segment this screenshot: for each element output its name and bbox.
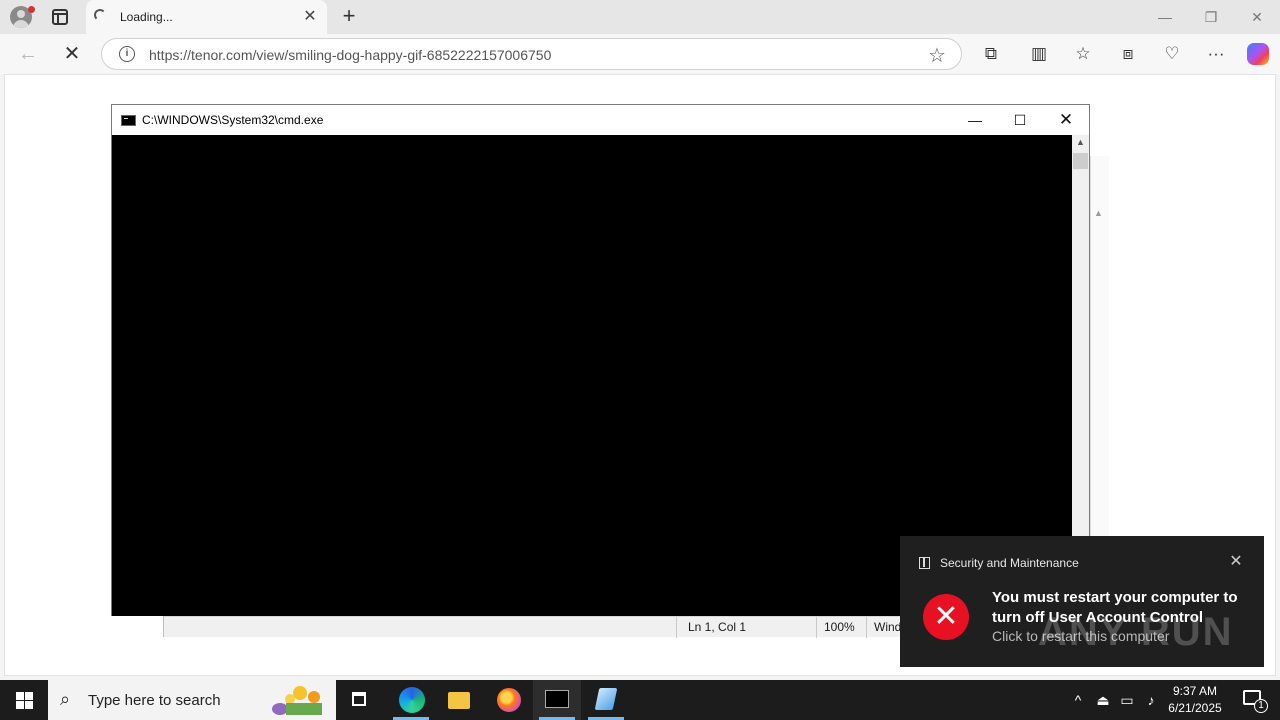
- collections-icon[interactable]: ⧈: [1117, 43, 1139, 65]
- console-icon: [121, 115, 136, 126]
- copilot-icon[interactable]: [1247, 43, 1269, 65]
- browser-tab-strip: Loading... ✕ + — ❐ ✕: [0, 0, 1280, 34]
- clock-date: 6/21/2025: [1168, 701, 1222, 715]
- volume-icon[interactable]: ♪: [1140, 680, 1162, 720]
- cmd-minimize-button[interactable]: —: [952, 105, 998, 135]
- split-screen-icon[interactable]: ▥: [1028, 43, 1050, 65]
- taskbar-clock[interactable]: 9:37 AM 6/21/2025: [1160, 683, 1230, 717]
- windows-start-icon[interactable]: [0, 680, 48, 720]
- loading-spinner-icon: [94, 9, 106, 21]
- firefox-icon[interactable]: [485, 680, 533, 720]
- search-highlight-flowers-icon: [272, 686, 322, 715]
- command-prompt-icon[interactable]: [533, 680, 581, 720]
- security-flag-icon: [919, 557, 930, 569]
- task-view-icon[interactable]: [336, 680, 384, 720]
- cmd-close-button[interactable]: ✕: [1043, 105, 1089, 135]
- extensions-puzzle-icon[interactable]: ⧉: [980, 43, 1002, 65]
- notepad-icon[interactable]: [582, 680, 630, 720]
- search-icon: ⌕: [60, 689, 71, 709]
- heart-pulse-icon[interactable]: ♡: [1161, 43, 1183, 65]
- favorites-icon[interactable]: ☆: [1072, 43, 1094, 65]
- error-circle-icon: ✕: [923, 594, 969, 640]
- site-info-icon[interactable]: i: [119, 46, 135, 62]
- zoom-level: 100%: [824, 620, 855, 634]
- status-separator: [816, 617, 817, 638]
- stop-loading-close-icon[interactable]: ✕: [60, 42, 84, 66]
- edge-browser-icon[interactable]: [387, 680, 435, 720]
- status-separator: [866, 617, 867, 638]
- clock-time: 9:37 AM: [1172, 684, 1218, 698]
- address-bar[interactable]: i https://tenor.com/view/smiling-dog-hap…: [101, 38, 962, 70]
- scroll-up-arrow-icon[interactable]: ▲: [1076, 137, 1085, 147]
- browser-toolbar: ← ✕ i https://tenor.com/view/smiling-dog…: [0, 34, 1280, 74]
- cursor-position: Ln 1, Col 1: [688, 620, 747, 634]
- new-tab-plus-icon[interactable]: +: [338, 5, 360, 27]
- scroll-thumb[interactable]: [1073, 153, 1088, 169]
- tab-actions-icon[interactable]: [52, 9, 68, 25]
- profile-notification-dot: [28, 6, 35, 13]
- tab-title: Loading...: [120, 10, 173, 24]
- cmd-title-bar[interactable]: C:\WINDOWS\System32\cmd.exe — ☐ ✕: [112, 105, 1089, 135]
- tab-close-icon[interactable]: ✕: [301, 8, 319, 26]
- browser-minimize-button[interactable]: —: [1150, 4, 1180, 30]
- url-text[interactable]: https://tenor.com/view/smiling-dog-happy…: [149, 47, 551, 63]
- scroll-up-arrow-icon[interactable]: ▲: [1094, 208, 1103, 218]
- network-icon[interactable]: ▭: [1116, 680, 1138, 720]
- favorite-star-icon[interactable]: ☆: [928, 43, 946, 68]
- taskbar: ⌕ Type here to search ^ ⏏ ▭ ♪ 9:37 AM 6/…: [0, 680, 1280, 720]
- browser-restore-button[interactable]: ❐: [1196, 4, 1226, 30]
- file-explorer-icon[interactable]: [436, 680, 484, 720]
- tray-overflow-chevron-icon[interactable]: ^: [1068, 680, 1088, 720]
- toast-close-icon[interactable]: ✕: [1227, 553, 1245, 571]
- toast-app-name: Security and Maintenance: [940, 556, 1079, 570]
- action-center-button[interactable]: 1: [1234, 680, 1274, 720]
- status-separator: [676, 617, 677, 638]
- more-ellipsis-icon[interactable]: ···: [1205, 43, 1227, 65]
- cmd-maximize-button[interactable]: ☐: [997, 105, 1043, 135]
- back-arrow-icon[interactable]: ←: [16, 42, 40, 66]
- browser-tab[interactable]: Loading... ✕: [86, 0, 327, 34]
- line-ending: Wind: [874, 620, 902, 634]
- notification-count-badge: 1: [1254, 699, 1268, 713]
- toast-notification[interactable]: Security and Maintenance ✕ ✕ You must re…: [900, 536, 1264, 667]
- search-placeholder: Type here to search: [88, 692, 221, 709]
- anyrun-watermark-logo: ANY RUN: [1038, 610, 1234, 654]
- taskbar-search-box[interactable]: ⌕ Type here to search: [48, 680, 336, 720]
- safely-remove-hardware-icon[interactable]: ⏏: [1092, 680, 1114, 720]
- cmd-window-title: C:\WINDOWS\System32\cmd.exe: [142, 113, 324, 127]
- browser-close-button[interactable]: ✕: [1242, 4, 1272, 30]
